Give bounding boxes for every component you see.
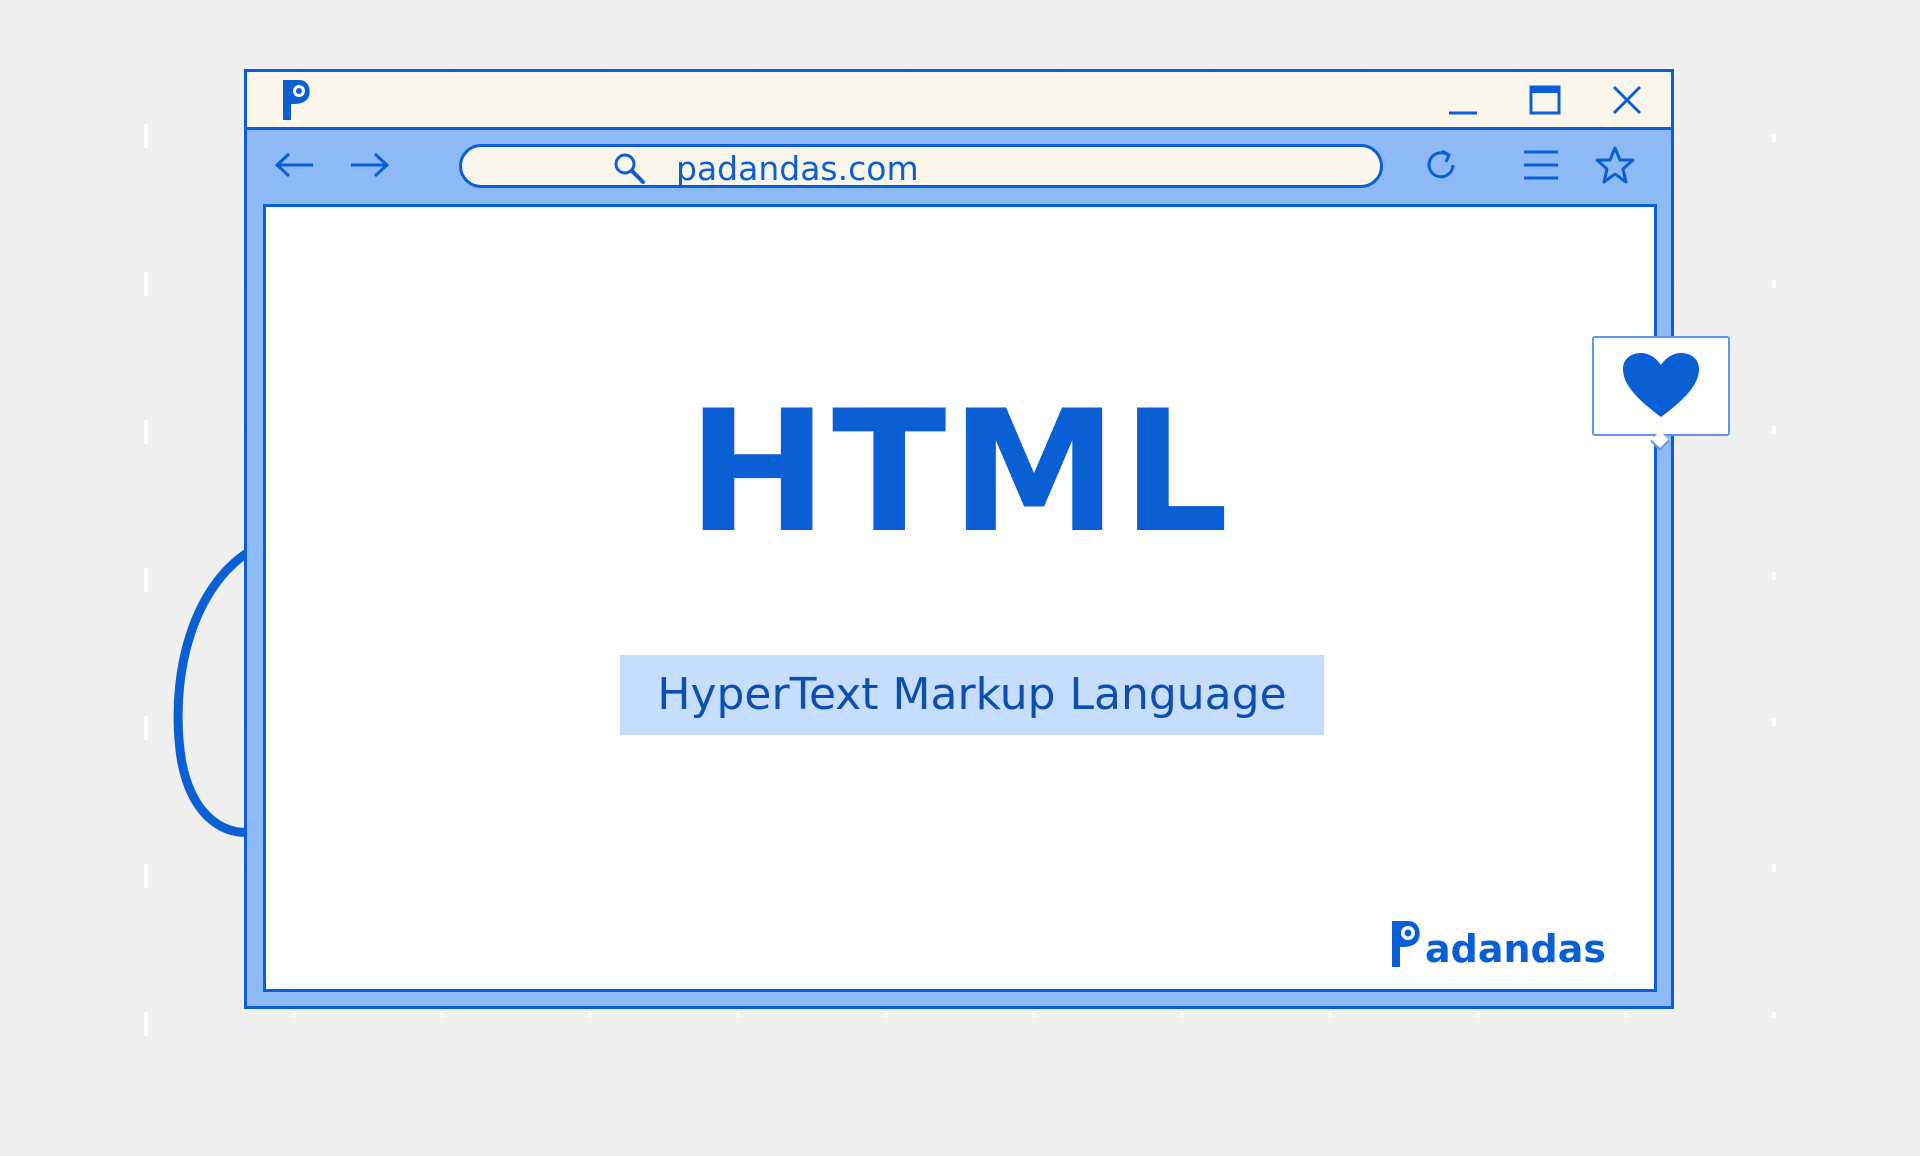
grid-tile (0, 580, 144, 718)
page-title: HTML (687, 374, 1233, 570)
arrow-right-icon (351, 152, 390, 178)
subtitle-highlight: HyperText Markup Language (620, 655, 1324, 735)
grid-tile (0, 726, 144, 864)
menu-button[interactable] (1517, 142, 1565, 188)
brand-name: adandas (1424, 927, 1606, 971)
grid-tile (152, 1018, 296, 1156)
like-button[interactable] (1592, 336, 1730, 436)
grid-tile (1824, 0, 1920, 134)
minimize-icon (1449, 111, 1477, 115)
back-button[interactable] (271, 142, 319, 188)
grid-tile (1672, 142, 1816, 280)
reload-icon (1427, 149, 1455, 179)
grid-tile (0, 1018, 144, 1156)
grid-tile (1672, 726, 1816, 864)
grid-tile (0, 142, 144, 280)
grid-tile (760, 1018, 904, 1156)
browser-toolbar: padandas.com (247, 130, 1671, 200)
url-text: padandas.com (676, 149, 919, 188)
maximize-icon (1529, 85, 1561, 115)
heart-icon (1623, 353, 1699, 417)
maximize-button[interactable] (1519, 78, 1571, 122)
close-icon (1612, 85, 1642, 115)
grid-tile (1672, 0, 1816, 134)
padandas-logo-icon (1391, 921, 1420, 967)
menu-icon (1524, 150, 1558, 180)
minimize-button[interactable] (1437, 78, 1489, 122)
bookmark-button[interactable] (1591, 142, 1639, 188)
grid-tile (456, 1018, 600, 1156)
grid-tile (1824, 872, 1920, 1010)
brand-logo: adandas (1389, 919, 1606, 969)
close-button[interactable] (1601, 78, 1653, 122)
padandas-logo-icon (283, 80, 310, 120)
grid-tile (1824, 726, 1920, 864)
grid-tile (1824, 288, 1920, 426)
grid-tile (1824, 142, 1920, 280)
address-bar[interactable]: padandas.com (459, 144, 1383, 188)
forward-button[interactable] (345, 142, 393, 188)
grid-tile (0, 434, 144, 572)
browser-window: padandas.com HTML HyperText Markup Langu… (244, 69, 1674, 1009)
star-icon (1595, 146, 1635, 184)
grid-tile (1216, 1018, 1360, 1156)
grid-tile (1368, 1018, 1512, 1156)
grid-tile (1064, 1018, 1208, 1156)
grid-tile (0, 288, 144, 426)
grid-tile (1672, 434, 1816, 572)
reload-button[interactable] (1417, 142, 1465, 188)
arrow-left-icon (274, 152, 313, 178)
page-content: HTML HyperText Markup Language adandas (263, 204, 1657, 992)
grid-tile (0, 0, 144, 134)
grid-tile (1672, 872, 1816, 1010)
grid-tile (912, 1018, 1056, 1156)
grid-tile (1824, 434, 1920, 572)
grid-tile (1520, 1018, 1664, 1156)
grid-tile (1672, 580, 1816, 718)
grid-tile (608, 1018, 752, 1156)
grid-tile (1824, 1018, 1920, 1156)
grid-tile (1824, 580, 1920, 718)
search-icon (614, 153, 645, 184)
title-bar (247, 72, 1671, 130)
grid-tile (0, 872, 144, 1010)
grid-tile (1672, 1018, 1816, 1156)
grid-tile (304, 1018, 448, 1156)
